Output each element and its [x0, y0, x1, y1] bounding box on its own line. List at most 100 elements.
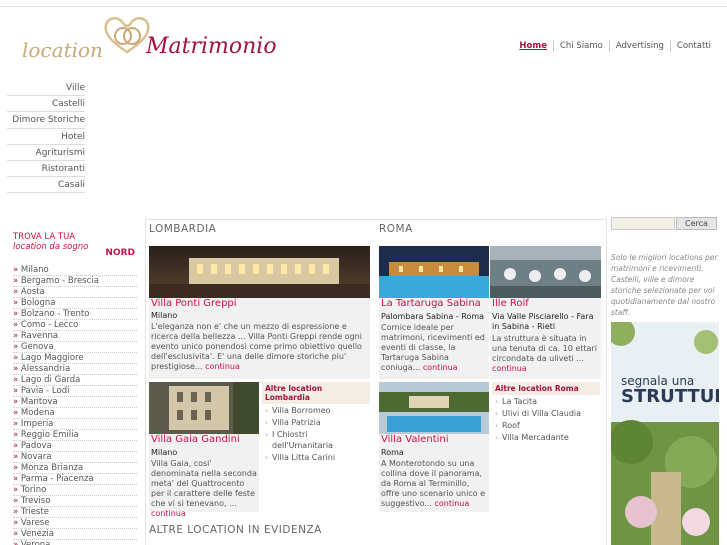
region-bullet: » — [13, 540, 19, 545]
card-city: Roma — [381, 448, 404, 457]
region-link[interactable]: » Torino — [13, 485, 137, 496]
logo-word-matrimonio: Matrimonio — [146, 34, 277, 59]
altre-lombardia-box: Altre location Lombardia Villa Borromeo … — [262, 382, 370, 463]
region-link[interactable]: » Imperia — [13, 419, 137, 430]
region-label: Verona — [20, 540, 51, 545]
region-label: Novara — [20, 452, 52, 462]
region-link[interactable]: » Genova — [13, 342, 137, 353]
region-link[interactable]: » Alessandria — [13, 364, 137, 375]
menu-item-ristoranti[interactable]: Ristoranti — [7, 161, 85, 178]
region-link[interactable]: » Trieste — [13, 507, 137, 518]
nav-advertising[interactable]: Advertising — [608, 40, 670, 52]
continua-link[interactable]: continua — [435, 499, 470, 508]
region-label: Ravenna — [20, 331, 59, 341]
nav-chi-siamo[interactable]: Chi Siamo — [552, 40, 609, 52]
region-bullet: » — [13, 419, 19, 429]
altre-lombardia-item[interactable]: Villa Litta Carini — [262, 452, 370, 463]
menu-item-ville[interactable]: Ville — [7, 80, 85, 97]
region-label: Alessandria — [20, 364, 71, 374]
region-label: Modena — [20, 408, 55, 418]
region-bullet: » — [13, 331, 19, 341]
region-label: Varese — [20, 518, 50, 528]
region-link[interactable]: » Lago Maggiore — [13, 353, 137, 364]
continua-link[interactable]: continua — [151, 509, 186, 518]
region-bullet: » — [13, 496, 19, 506]
region-label: Reggio Emilia — [20, 430, 79, 440]
card-la-tartaruga-sabina[interactable]: La Tartaruga Sabina Palombara Sabina - R… — [379, 246, 489, 379]
altre-lombardia-title: Altre location Lombardia — [262, 382, 370, 404]
region-link[interactable]: » Mantova — [13, 397, 137, 408]
nav-contatti[interactable]: Contatti — [669, 40, 717, 52]
menu-item-castelli[interactable]: Castelli — [7, 96, 85, 113]
region-link[interactable]: » Verona — [13, 540, 137, 545]
card-description: A Monterotondo su una collina dove il pa… — [381, 459, 486, 508]
region-link[interactable]: » Venezia — [13, 529, 137, 540]
region-label: Padova — [20, 441, 52, 451]
region-link[interactable]: » Ravenna — [13, 331, 137, 342]
region-link[interactable]: » Modena — [13, 408, 137, 419]
card-title[interactable]: La Tartaruga Sabina — [381, 298, 481, 309]
card-villa-valentini[interactable]: Villa Valentini Roma A Monterotondo su u… — [379, 382, 489, 512]
continua-link[interactable]: continua — [423, 363, 458, 372]
region-link[interactable]: » Bologna — [13, 298, 137, 309]
card-title[interactable]: Ille Roif — [492, 298, 529, 309]
region-list: » Milano» Bergamo - Brescia» Aosta» Bolo… — [13, 265, 137, 545]
region-link[interactable]: » Treviso — [13, 496, 137, 507]
region-bullet: » — [13, 386, 19, 396]
region-bullet: » — [13, 397, 19, 407]
altre-lombardia-item[interactable]: I Chiostri dell'Umanitaria — [262, 429, 370, 451]
section-altre-location-evidenza: ALTRE LOCATION IN EVIDENZA — [149, 524, 322, 536]
region-link[interactable]: » Parma - Piacenza — [13, 474, 137, 485]
region-link[interactable]: » Bolzano - Trento — [13, 309, 137, 320]
altre-roma-item[interactable]: La Tacita — [492, 396, 600, 407]
region-bullet: » — [13, 408, 19, 418]
card-villa-gaia-gandini[interactable]: Villa Gaia Gandini Milano Villa Gaia, co… — [149, 382, 259, 518]
altre-roma-item[interactable]: Ulivi di Villa Claudia — [492, 408, 600, 419]
region-link[interactable]: » Como - Lecco — [13, 320, 137, 331]
altre-roma-item[interactable]: Roof — [492, 420, 600, 431]
region-bullet: » — [13, 309, 19, 319]
region-link[interactable]: » Reggio Emilia — [13, 430, 137, 441]
region-bullet: » — [13, 320, 19, 330]
banner-garden-image — [611, 322, 719, 545]
card-villa-ponti-greppi[interactable]: Villa Ponti Greppi Milano L'eleganza non… — [149, 246, 370, 379]
region-link[interactable]: » Padova — [13, 441, 137, 452]
region-link[interactable]: » Varese — [13, 518, 137, 529]
card-ille-roif[interactable]: Ille Roif Via Valle Pisciarello - Fara i… — [490, 246, 601, 379]
ille-roif-photo — [490, 246, 601, 298]
card-title[interactable]: Villa Valentini — [381, 434, 449, 445]
card-title[interactable]: Villa Gaia Gandini — [151, 434, 240, 445]
region-label: Mantova — [20, 397, 58, 407]
trova-line1: TROVA LA TUA — [13, 232, 76, 242]
menu-item-casali[interactable]: Casali — [7, 177, 85, 194]
nav-home[interactable]: Home — [513, 40, 553, 52]
region-bullet: » — [13, 441, 19, 451]
region-link[interactable]: » Lago di Garda — [13, 375, 137, 386]
region-link[interactable]: » Monza Brianza — [13, 463, 137, 474]
region-link[interactable]: » Bergamo - Brescia — [13, 276, 137, 287]
altre-lombardia-item[interactable]: Villa Borromeo — [262, 405, 370, 416]
card-city: Palombara Sabina - Roma — [381, 312, 485, 321]
card-title[interactable]: Villa Ponti Greppi — [151, 298, 237, 309]
region-link[interactable]: » Novara — [13, 452, 137, 463]
continua-link[interactable]: continua — [492, 364, 527, 373]
region-label: Bolzano - Trento — [20, 309, 90, 319]
segnala-struttura-banner[interactable]: segnala una STRUTTURA — [611, 322, 719, 545]
region-label: Lago Maggiore — [20, 353, 84, 363]
site-logo[interactable]: location Matrimonio — [18, 14, 298, 66]
region-bullet: » — [13, 507, 19, 517]
altre-lombardia-item[interactable]: Villa Patrizia — [262, 417, 370, 428]
menu-item-hotel[interactable]: Hotel — [7, 129, 85, 145]
menu-item-dimore-storiche[interactable]: Dimore Storiche — [7, 112, 85, 129]
region-link[interactable]: » Aosta — [13, 287, 137, 298]
region-label: Pavia - Lodi — [20, 386, 70, 396]
search-button[interactable]: Cerca — [676, 217, 717, 230]
region-link[interactable]: » Milano — [13, 265, 137, 276]
altre-roma-item[interactable]: Villa Mercadante — [492, 432, 600, 443]
region-link[interactable]: » Pavia - Lodi — [13, 386, 137, 397]
continua-link[interactable]: continua — [205, 362, 240, 371]
altre-roma-box: Altre location Roma La Tacita Ulivi di V… — [492, 382, 600, 443]
search-input[interactable] — [611, 217, 675, 230]
area-nord-label: NORD — [105, 248, 135, 258]
menu-item-agriturismi[interactable]: Agriturismi — [7, 145, 85, 161]
